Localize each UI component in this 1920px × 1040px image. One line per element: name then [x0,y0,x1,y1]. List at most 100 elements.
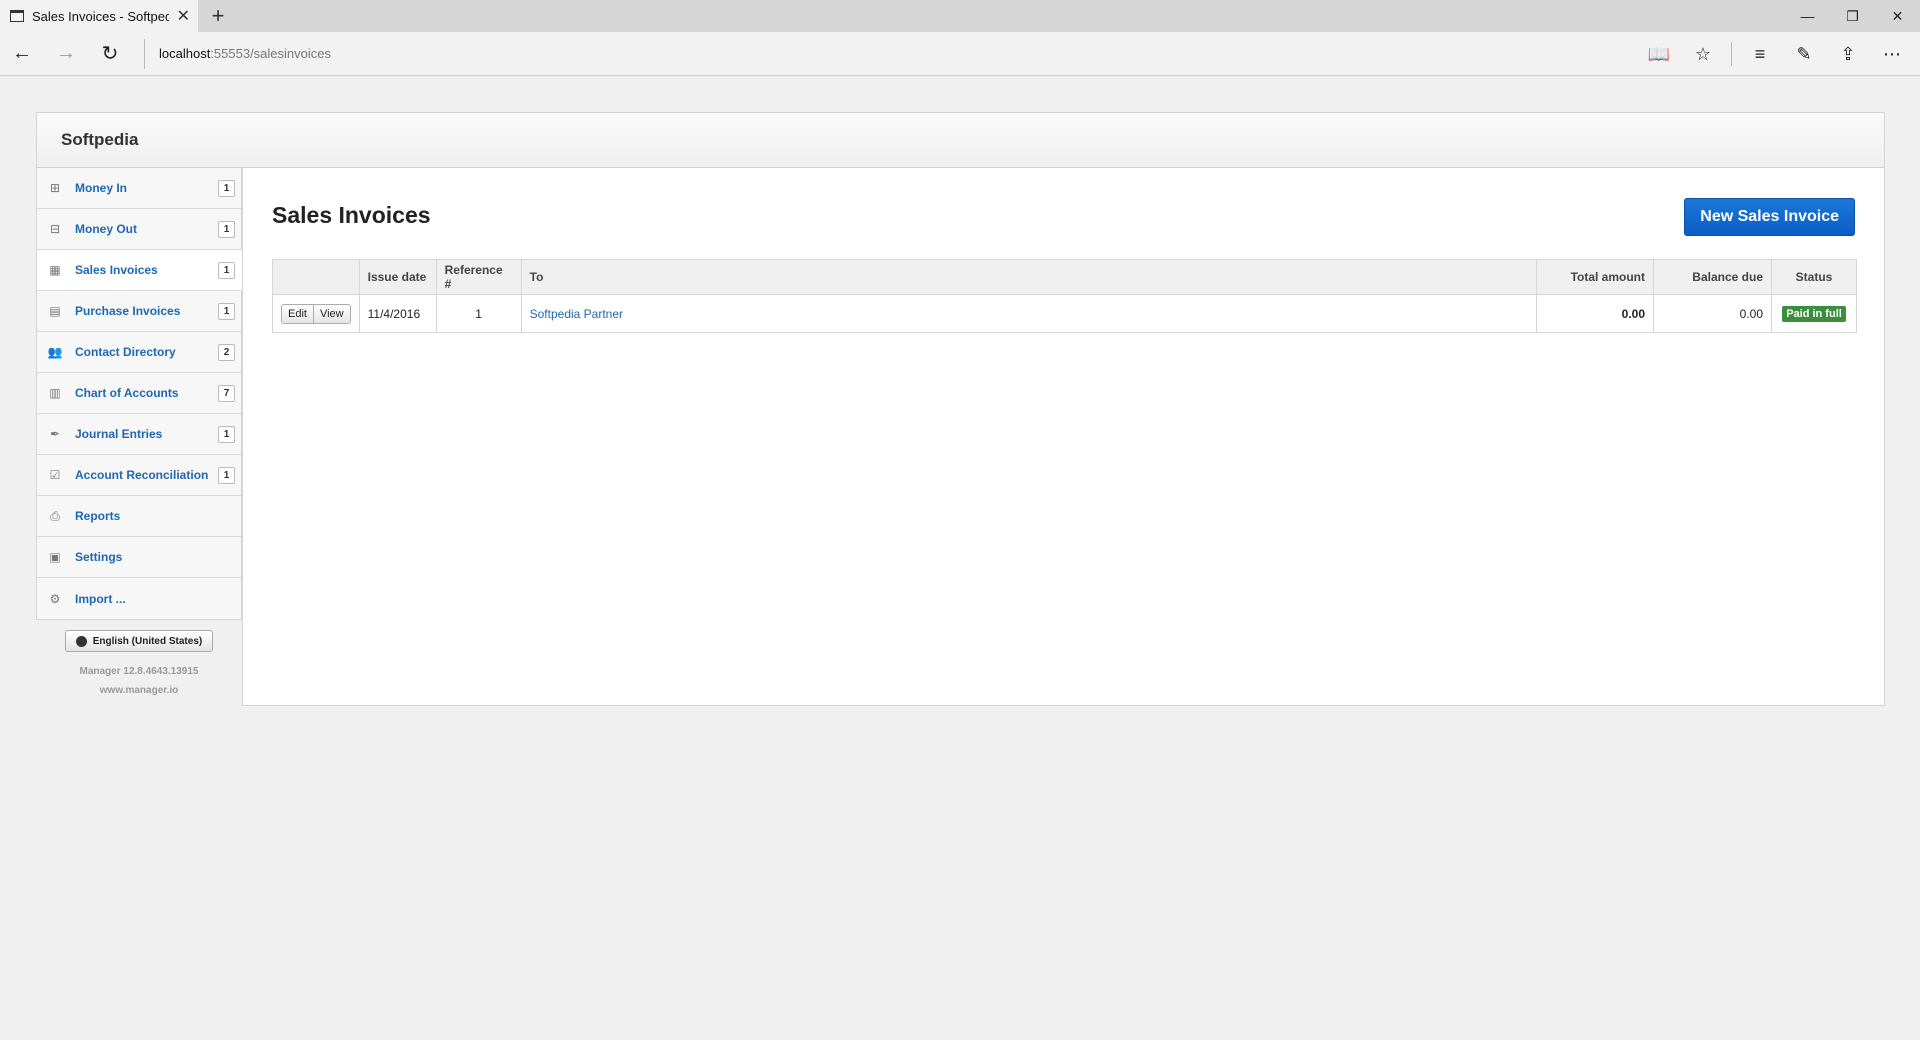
app-version: Manager 12.8.4643.13915 [79,666,199,677]
sidebar-item-money-out[interactable]: ⊟ Money Out 1 [37,209,241,250]
to-cell: Softpedia Partner [520,294,1538,333]
sidebar-item-label: Chart of Accounts [75,386,179,400]
checkbox-icon: ☑ [49,468,61,482]
new-tab-icon[interactable]: + [198,0,238,32]
back-icon[interactable]: ← [0,32,44,76]
status-badge: Paid in full [1782,305,1846,322]
count-badge: 1 [218,179,235,197]
actions-header [272,259,360,295]
tab-title: Sales Invoices - Softped [32,8,169,24]
table-header-row: Issue date Reference # To Total amount B… [272,259,1857,295]
calendar-icon: ▤ [49,304,61,318]
table-row: Edit View 11/4/2016 1 Softpedia Partner … [272,294,1857,333]
restore-icon[interactable]: ❐ [1830,0,1875,32]
sidebar-item-chart-of-accounts[interactable]: ▥ Chart of Accounts 7 [37,373,241,414]
status-cell: Paid in full [1771,294,1857,333]
cash-register-icon: ▦ [49,263,61,277]
page: Softpedia ⊞ Money In 1 ⊟ Money Out 1 ▦ S… [0,76,1920,1040]
sidebar-item-settings[interactable]: ▣ Settings [37,537,241,578]
invoices-table: Issue date Reference # To Total amount B… [272,259,1857,333]
sidebar-item-label: Journal Entries [75,427,163,441]
page-title: Sales Invoices [272,202,431,228]
customer-link[interactable]: Softpedia Partner [530,307,623,321]
pen-icon: ✒ [49,427,61,441]
sidebar-item-contact-directory[interactable]: 👥 Contact Directory 2 [37,332,241,373]
refresh-icon[interactable]: ↻ [88,32,132,76]
sidebar-item-import[interactable]: ⚙ Import ... [37,578,241,619]
total-amount-cell: 0.00 [1536,294,1654,333]
more-icon[interactable]: ⋯ [1870,32,1914,76]
app-frame: Softpedia ⊞ Money In 1 ⊟ Money Out 1 ▦ S… [36,112,1885,706]
favorite-star-icon[interactable]: ☆ [1681,32,1725,76]
browser-titlebar: Sales Invoices - Softped ✕ + — ❐ ✕ [0,0,1920,32]
company-header: Softpedia [36,112,1885,168]
sidebar-menu: ⊞ Money In 1 ⊟ Money Out 1 ▦ Sales Invoi… [36,168,242,620]
main-content: Sales Invoices New Sales Invoice Issue d… [242,168,1885,706]
count-badge: 1 [218,220,235,238]
sidebar-item-label: Import ... [75,591,126,606]
sidebar-item-account-reconciliation[interactable]: ☑ Account Reconciliation 1 [37,455,241,496]
sidebar-item-label: Money Out [75,222,137,236]
website-link[interactable]: www.manager.io [36,685,242,696]
browser-toolbar: ← → ↻ localhost:55553/salesinvoices 📖 ☆ … [0,32,1920,76]
web-note-icon[interactable]: ✎ [1782,32,1826,76]
minimize-icon[interactable]: — [1785,0,1830,32]
people-icon: 👥 [47,345,63,359]
address-field[interactable]: localhost:55553/salesinvoices [144,38,332,69]
hub-icon[interactable]: ≡ [1738,32,1782,76]
reference-cell: 1 [435,294,522,333]
count-badge: 7 [218,384,235,402]
page-icon [10,10,24,22]
reference-header[interactable]: Reference # [435,259,522,295]
new-sales-invoice-button[interactable]: New Sales Invoice [1684,198,1855,236]
status-header[interactable]: Status [1771,259,1857,295]
count-badge: 1 [218,425,235,443]
sidebar-item-label: Reports [75,509,121,523]
sidebar-item-reports[interactable]: ⎙ Reports [37,496,241,537]
settings-icon: ▣ [49,550,61,564]
balance-due-cell: 0.00 [1653,294,1772,333]
count-badge: 1 [218,261,235,279]
printer-icon: ⎙ [50,508,60,523]
to-header[interactable]: To [520,259,1538,295]
toolbar-divider [1731,42,1732,66]
close-tab-icon[interactable]: ✕ [177,6,190,26]
cogs-icon: ⚙ [49,591,61,606]
count-badge: 1 [218,302,235,320]
sidebar: ⊞ Money In 1 ⊟ Money Out 1 ▦ Sales Invoi… [36,168,242,696]
company-name[interactable]: Softpedia [61,130,138,150]
issue-date-header[interactable]: Issue date [358,259,437,295]
reading-view-icon[interactable]: 📖 [1637,32,1681,76]
row-action-buttons: Edit View [281,303,351,324]
sidebar-item-purchase-invoices[interactable]: ▤ Purchase Invoices 1 [37,291,241,332]
url-host: localhost [159,46,211,61]
share-icon[interactable]: ⇪ [1826,32,1870,76]
count-badge: 1 [218,466,235,484]
close-window-icon[interactable]: ✕ [1875,0,1920,32]
sidebar-item-label: Settings [75,550,123,564]
ledger-icon: ▥ [49,386,61,400]
language-label: English (United States) [92,635,203,647]
row-actions: Edit View [272,294,360,333]
sidebar-item-label: Sales Invoices [75,263,158,277]
issue-date-cell: 11/4/2016 [358,294,437,333]
browser-tab[interactable]: Sales Invoices - Softped ✕ [0,0,198,32]
sidebar-item-sales-invoices[interactable]: ▦ Sales Invoices 1 [37,250,242,291]
url-path: :55553/salesinvoices [210,46,332,61]
view-button[interactable]: View [313,303,351,324]
language-button[interactable]: English (United States) [65,630,213,652]
minus-square-icon: ⊟ [49,222,61,236]
forward-icon[interactable]: → [44,32,88,76]
count-badge: 2 [218,343,235,361]
window-controls: — ❐ ✕ [1785,0,1920,32]
globe-icon [75,635,87,647]
sidebar-item-money-in[interactable]: ⊞ Money In 1 [37,168,241,209]
edit-button[interactable]: Edit [281,303,314,324]
sidebar-item-label: Money In [75,181,128,195]
plus-square-icon: ⊞ [49,181,61,195]
sidebar-item-label: Account Reconciliation [75,468,209,482]
balance-due-header[interactable]: Balance due [1653,259,1772,295]
browser-tools: 📖 ☆ ≡ ✎ ⇪ ⋯ [1637,32,1914,76]
sidebar-item-journal-entries[interactable]: ✒ Journal Entries 1 [37,414,241,455]
total-amount-header[interactable]: Total amount [1536,259,1654,295]
